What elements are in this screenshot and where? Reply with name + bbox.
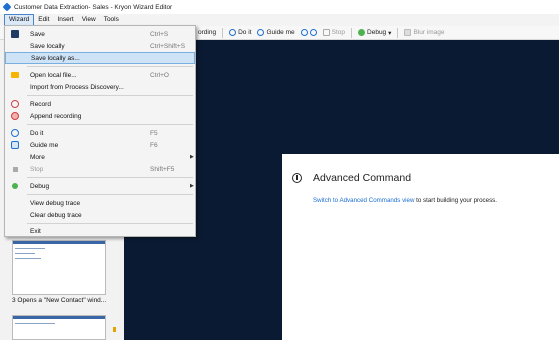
menu-item-label: Guide me bbox=[30, 141, 59, 149]
guide-icon bbox=[257, 29, 265, 36]
menu-item-label: Clear debug trace bbox=[30, 211, 82, 219]
menu-separator bbox=[27, 194, 193, 195]
chevron-right-icon: ▶ bbox=[190, 154, 194, 160]
menu-item-more[interactable]: More ▶ bbox=[5, 151, 195, 163]
chevron-right-icon: ▶ bbox=[190, 183, 194, 189]
advanced-command-card: Advanced Command Switch to Advanced Comm… bbox=[282, 154, 559, 340]
menu-item-label: Open local file... bbox=[30, 71, 77, 79]
toolbar-separator bbox=[222, 27, 224, 38]
record-icon bbox=[11, 100, 19, 108]
advanced-command-title: Advanced Command bbox=[313, 172, 412, 184]
switch-advanced-link[interactable]: Switch to Advanced Commands view bbox=[313, 197, 414, 204]
stop-icon bbox=[13, 166, 18, 172]
menu-separator bbox=[27, 66, 193, 67]
append-record-icon bbox=[11, 112, 19, 120]
menu-separator bbox=[27, 95, 193, 96]
menu-separator bbox=[27, 223, 193, 224]
shortcut-text: Shift+F5 bbox=[150, 165, 175, 173]
step-label[interactable]: 3 Opens a "New Contact" wind... bbox=[12, 297, 106, 304]
menu-item-clear-debug-trace[interactable]: Clear debug trace bbox=[5, 209, 195, 221]
guide-me-label: Guide me bbox=[266, 29, 295, 36]
shortcut-text: Ctrl+S bbox=[150, 30, 169, 38]
toolbar-separator bbox=[351, 27, 353, 38]
debug-icon bbox=[12, 183, 18, 189]
info-icon bbox=[292, 173, 302, 183]
play-icon bbox=[229, 29, 237, 36]
pin-icon bbox=[113, 327, 116, 332]
menu-item-save-locally[interactable]: Save locally Ctrl+Shift+S bbox=[5, 40, 195, 52]
stop-label: Stop bbox=[331, 29, 346, 36]
chevron-down-icon: ▾ bbox=[388, 29, 392, 37]
step-thumbnail[interactable] bbox=[12, 315, 106, 340]
menu-item-label: View debug trace bbox=[30, 199, 81, 207]
step-icon bbox=[300, 29, 308, 36]
menu-item-label: Save locally as... bbox=[31, 54, 80, 62]
menu-item-view-debug-trace[interactable]: View debug trace bbox=[5, 197, 195, 209]
record-button[interactable]: ording bbox=[198, 29, 216, 36]
stop-icon bbox=[322, 29, 330, 36]
shortcut-text: F6 bbox=[150, 141, 158, 149]
menu-item-open-local[interactable]: Open local file... Ctrl+O bbox=[5, 69, 195, 81]
debug-button[interactable]: Debug ▾ bbox=[358, 29, 391, 37]
menu-item-label: Stop bbox=[30, 165, 44, 173]
menu-item-label: Save bbox=[30, 30, 45, 38]
menu-item-save-locally-as[interactable]: Save locally as... bbox=[5, 52, 195, 64]
menu-item-label: Import from Process Discovery... bbox=[30, 83, 124, 91]
toolbar-separator bbox=[397, 27, 399, 38]
record-label: ording bbox=[198, 29, 217, 36]
do-it-button[interactable]: Do it bbox=[229, 29, 251, 36]
checkbox-icon bbox=[404, 29, 412, 36]
shortcut-text: Ctrl+O bbox=[150, 71, 169, 79]
folder-icon bbox=[11, 72, 19, 78]
debug-icon bbox=[358, 29, 366, 36]
kryon-app-icon bbox=[2, 2, 12, 12]
debug-label: Debug bbox=[367, 29, 387, 36]
wizard-menu: Save Ctrl+S Save locally Ctrl+Shift+S Sa… bbox=[4, 25, 196, 237]
menu-item-guide-me[interactable]: Guide me F6 bbox=[5, 139, 195, 151]
menu-item-label: Save locally bbox=[30, 42, 65, 50]
save-icon bbox=[11, 30, 19, 38]
menu-item-label: Append recording bbox=[30, 112, 82, 120]
menu-item-label: Debug bbox=[30, 182, 50, 190]
guide-icon bbox=[11, 141, 19, 149]
menu-item-record[interactable]: Record bbox=[5, 98, 195, 110]
advanced-rest-text: to start building your process. bbox=[414, 197, 497, 204]
shortcut-text: Ctrl+Shift+S bbox=[150, 42, 186, 50]
menu-separator bbox=[27, 124, 193, 125]
menu-item-stop[interactable]: Stop Shift+F5 bbox=[5, 163, 195, 175]
menu-item-debug[interactable]: Debug ▶ bbox=[5, 180, 195, 192]
menu-item-import[interactable]: Import from Process Discovery... bbox=[5, 81, 195, 93]
menu-item-label: Exit bbox=[30, 227, 41, 235]
play-icon bbox=[11, 129, 19, 137]
blur-label: Blur image bbox=[413, 29, 445, 36]
step-guide-icon bbox=[309, 29, 317, 36]
menu-item-label: Record bbox=[30, 100, 51, 108]
step-thumbnail[interactable] bbox=[12, 240, 106, 295]
title-bar: Customer Data Extraction- Sales - Kryon … bbox=[0, 0, 559, 14]
blur-image-checkbox[interactable]: Blur image bbox=[404, 29, 445, 36]
guide-me-button[interactable]: Guide me bbox=[257, 29, 295, 36]
menu-separator bbox=[27, 177, 193, 178]
window-title: Customer Data Extraction- Sales - Kryon … bbox=[14, 3, 173, 11]
shortcut-text: F5 bbox=[150, 129, 158, 137]
do-it-label: Do it bbox=[238, 29, 252, 36]
menu-item-exit[interactable]: Exit bbox=[5, 225, 195, 237]
menu-item-label: More bbox=[30, 153, 45, 161]
menu-item-save[interactable]: Save Ctrl+S bbox=[5, 28, 195, 40]
menu-item-label: Do it bbox=[30, 129, 44, 137]
stop-button[interactable]: Stop bbox=[322, 29, 346, 36]
advanced-command-text: Switch to Advanced Commands view to star… bbox=[313, 197, 497, 204]
menu-item-do-it[interactable]: Do it F5 bbox=[5, 127, 195, 139]
menu-item-append-recording[interactable]: Append recording bbox=[5, 110, 195, 122]
step-buttons[interactable] bbox=[300, 29, 317, 36]
